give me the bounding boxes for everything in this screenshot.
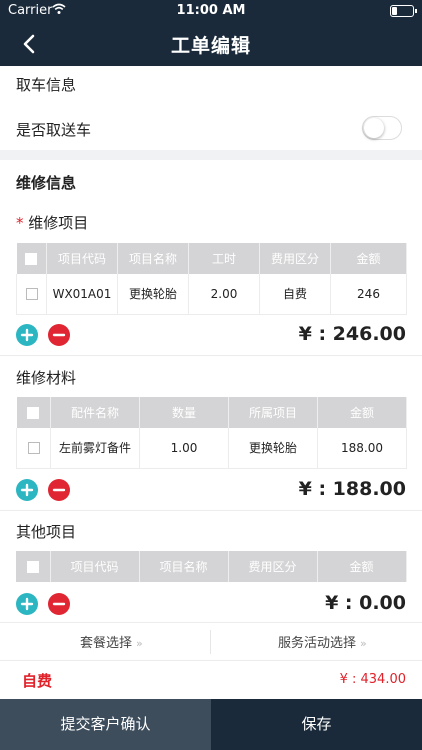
row-select-cell [16, 274, 47, 315]
divider [0, 660, 422, 661]
table-header-row: 项目代码 项目名称 工时 费用区分 金额 [16, 243, 407, 274]
minus-icon [52, 602, 66, 606]
chevron-right-icon: » [360, 637, 367, 650]
table-header-row: 项目代码 项目名称 费用区分 金额 [16, 551, 407, 582]
chevron-right-icon: » [136, 637, 143, 650]
row-checkbox[interactable] [27, 442, 40, 455]
status-time: 11:00 AM [176, 3, 246, 18]
column-header: 项目代码 [46, 243, 118, 274]
select-all-checkbox[interactable] [25, 253, 38, 265]
table-row[interactable]: WX01A01 更换轮胎 2.00 自费 246 [16, 274, 407, 315]
package-select-label: 套餐选择 [80, 636, 133, 651]
plus-icon [20, 328, 34, 342]
repair-items-total: ¥ : 246.00 [298, 323, 406, 345]
page-title: 工单编辑 [170, 35, 251, 57]
column-header: 金额 [317, 397, 407, 428]
pickup-section: 取车信息 是否取送车 [0, 66, 422, 150]
select-all-cell [16, 397, 51, 428]
select-all-checkbox[interactable] [26, 561, 39, 573]
column-header: 项目代码 [50, 551, 140, 582]
minus-icon [52, 333, 66, 337]
column-header: 数量 [139, 397, 229, 428]
add-other-button[interactable] [16, 593, 38, 615]
materials-total: ¥ : 188.00 [298, 478, 406, 500]
part-project-cell: 更换轮胎 [228, 428, 318, 469]
service-activity-link[interactable]: 服务活动选择» [278, 632, 367, 651]
column-header: 项目名称 [117, 243, 189, 274]
summary-amount: ¥ : 434.00 [339, 672, 406, 687]
nav-bar: 工单编辑 [0, 22, 422, 66]
table-header-row: 配件名称 数量 所属项目 金额 [16, 397, 407, 428]
materials-table: 配件名称 数量 所属项目 金额 左前雾灯备件 1.00 更换轮胎 188.00 [16, 397, 407, 469]
remove-other-button[interactable] [48, 593, 70, 615]
column-header: 金额 [317, 551, 407, 582]
other-items-total: ¥ : 0.00 [325, 592, 406, 614]
part-name-cell: 左前雾灯备件 [50, 428, 140, 469]
row-checkbox[interactable] [25, 288, 38, 301]
table-row[interactable]: 左前雾灯备件 1.00 更换轮胎 188.00 [16, 428, 407, 469]
remove-material-button[interactable] [48, 479, 70, 501]
part-amount-cell: 188.00 [317, 428, 407, 469]
item-name-cell: 更换轮胎 [117, 274, 189, 315]
minus-icon [52, 488, 66, 492]
select-all-checkbox[interactable] [27, 407, 40, 419]
add-material-button[interactable] [16, 479, 38, 501]
other-items-label: 其他项目 [16, 523, 77, 541]
divider [0, 355, 422, 356]
column-header: 金额 [330, 243, 407, 274]
service-activity-label: 服务活动选择 [278, 636, 357, 651]
column-header: 配件名称 [50, 397, 140, 428]
summary-fee-type: 自费 [22, 672, 53, 690]
repair-items-heading: * 维修项目 [16, 212, 88, 233]
column-header: 费用区分 [228, 551, 318, 582]
part-qty-cell: 1.00 [139, 428, 229, 469]
required-mark: * [16, 214, 24, 232]
column-header: 费用区分 [259, 243, 331, 274]
item-fee-type-cell: 自费 [259, 274, 331, 315]
materials-label: 维修材料 [16, 369, 77, 387]
item-amount-cell: 246 [330, 274, 407, 315]
toggle-knob [364, 118, 384, 138]
repair-items-table: 项目代码 项目名称 工时 费用区分 金额 WX01A01 更换轮胎 2.00 自… [16, 243, 407, 315]
select-all-cell [16, 243, 47, 274]
submit-confirmation-button[interactable]: 提交客户确认 [0, 699, 211, 750]
pickup-toggle[interactable] [362, 116, 402, 140]
save-button[interactable]: 保存 [211, 699, 422, 750]
pickup-label: 是否取送车 [16, 121, 92, 139]
pickup-section-title: 取车信息 [16, 76, 77, 94]
divider [0, 510, 422, 511]
column-header: 工时 [188, 243, 260, 274]
plus-icon [20, 483, 34, 497]
battery-icon [390, 5, 417, 17]
plus-icon [20, 597, 34, 611]
status-bar: Carrier 11:00 AM [0, 0, 422, 22]
item-hours-cell: 2.00 [188, 274, 260, 315]
item-code-cell: WX01A01 [46, 274, 118, 315]
package-select-link[interactable]: 套餐选择» [80, 632, 143, 651]
repair-section-title: 维修信息 [16, 174, 77, 192]
column-header: 项目名称 [139, 551, 229, 582]
row-select-cell [16, 428, 51, 469]
add-item-button[interactable] [16, 324, 38, 346]
remove-item-button[interactable] [48, 324, 70, 346]
repair-items-label: 维修项目 [28, 214, 89, 232]
select-all-cell [16, 551, 51, 582]
other-items-table: 项目代码 项目名称 费用区分 金额 [16, 551, 407, 582]
divider [0, 622, 422, 623]
column-header: 所属项目 [228, 397, 318, 428]
divider [210, 630, 211, 654]
